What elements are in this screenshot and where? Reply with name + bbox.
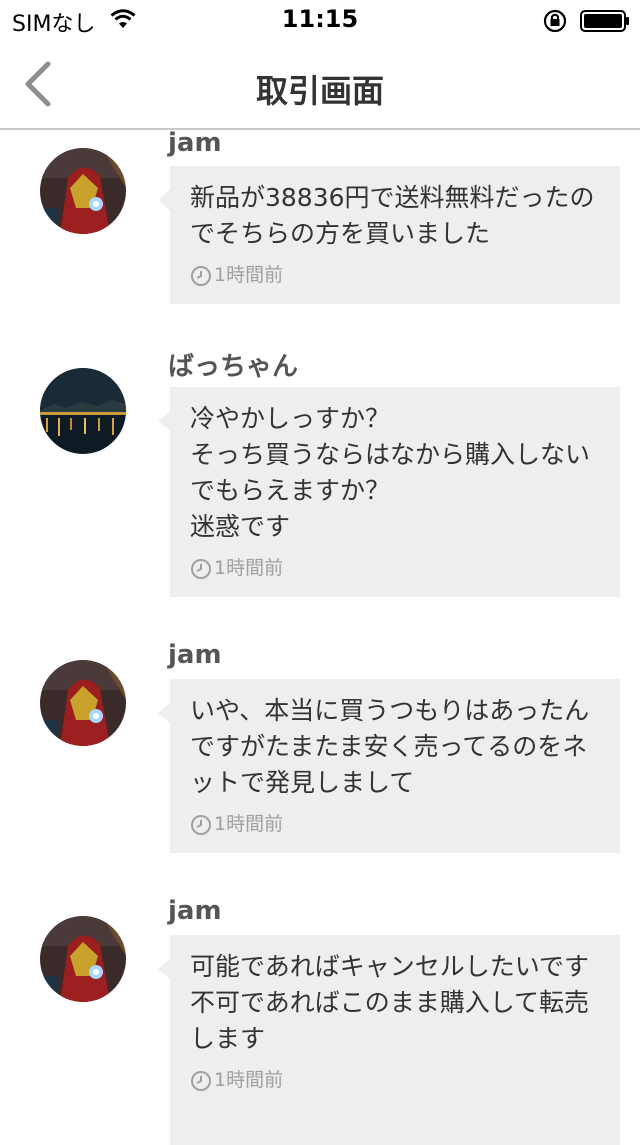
avatar[interactable] bbox=[40, 660, 126, 746]
timestamp-label: 1時間前 bbox=[214, 264, 284, 286]
message-text: 冷やかしっすか？ そっち買うならはなから購入しないでもらえますか？ 迷惑です bbox=[190, 404, 591, 541]
message-bubble: 冷やかしっすか？ そっち買うならはなから購入しないでもらえますか？ 迷惑です 1… bbox=[158, 387, 620, 597]
clock-icon bbox=[191, 814, 211, 835]
orientation-lock-icon bbox=[543, 9, 567, 33]
message-timestamp: 1時間前 bbox=[190, 809, 600, 836]
timestamp-label: 1時間前 bbox=[214, 813, 284, 835]
night-city-avatar-image bbox=[40, 368, 126, 454]
navigation-bar: 取引画面 bbox=[0, 40, 640, 130]
sender-name: ばっちゃん bbox=[168, 352, 299, 382]
clock-icon bbox=[191, 1070, 211, 1091]
ironman-avatar-image bbox=[40, 148, 126, 234]
sender-name: jam bbox=[168, 128, 222, 158]
message-bubble: いや、本当に買うつもりはあったんですがたまたま安く売ってるのをネットで発見しまし… bbox=[158, 679, 620, 853]
message-bubble: 新品が38836円で送料無料だったのでそちらの方を買いました 1時間前 bbox=[158, 166, 620, 304]
timestamp-label: 1時間前 bbox=[214, 557, 284, 579]
clock-icon bbox=[191, 265, 211, 286]
sender-name: jam bbox=[168, 896, 222, 926]
avatar[interactable] bbox=[40, 148, 126, 234]
message-timestamp: 1時間前 bbox=[190, 553, 600, 580]
message-timestamp: 1時間前 bbox=[190, 1065, 600, 1092]
avatar[interactable] bbox=[40, 916, 126, 1002]
status-bar: SIMなし 11:15 bbox=[0, 0, 640, 40]
message-timestamp: 1時間前 bbox=[190, 260, 600, 287]
ironman-avatar-image bbox=[40, 916, 126, 1002]
message-text: いや、本当に買うつもりはあったんですがたまたま安く売ってるのをネットで発見しまし… bbox=[190, 696, 590, 797]
message-text: 可能であればキャンセルしたいです 不可であればこのまま購入して転売します bbox=[190, 952, 590, 1053]
battery-icon bbox=[580, 10, 629, 32]
clock-icon bbox=[191, 558, 211, 579]
page-title: 取引画面 bbox=[255, 72, 384, 110]
timestamp-label: 1時間前 bbox=[214, 1069, 284, 1091]
sender-name: jam bbox=[168, 640, 222, 670]
message-bubble: 可能であればキャンセルしたいです 不可であればこのまま購入して転売します 1時間… bbox=[158, 935, 620, 1145]
message-text: 新品が38836円で送料無料だったのでそちらの方を買いました bbox=[190, 183, 595, 248]
ironman-avatar-image bbox=[40, 660, 126, 746]
avatar[interactable] bbox=[40, 368, 126, 454]
